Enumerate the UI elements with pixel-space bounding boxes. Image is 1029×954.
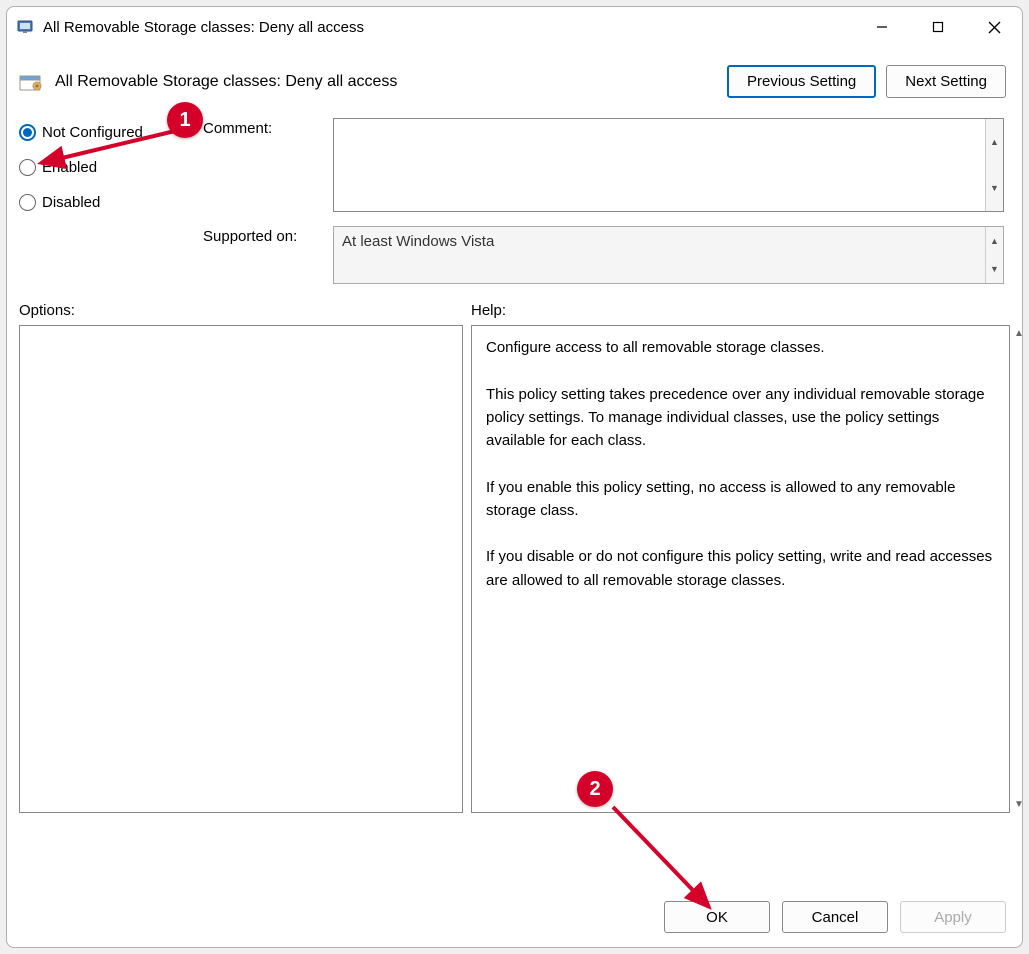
scroll-up-icon: ▲ — [986, 227, 1003, 255]
radio-label: Disabled — [42, 194, 100, 211]
annotation-badge-2: 2 — [577, 771, 613, 807]
supported-scroll: ▲ ▼ — [985, 227, 1003, 283]
window-title: All Removable Storage classes: Deny all … — [43, 19, 854, 36]
policy-title: All Removable Storage classes: Deny all … — [55, 73, 715, 91]
radio-not-configured[interactable]: Not Configured — [19, 124, 179, 141]
radio-label: Not Configured — [42, 124, 143, 141]
options-pane — [19, 325, 463, 813]
comment-scroll[interactable]: ▲ ▼ — [985, 119, 1003, 211]
apply-button[interactable]: Apply — [900, 901, 1006, 933]
radio-icon — [19, 124, 36, 141]
close-button[interactable] — [966, 7, 1022, 47]
help-text: Configure access to all removable storag… — [472, 326, 1009, 602]
maximize-button[interactable] — [910, 7, 966, 47]
ok-button[interactable]: OK — [664, 901, 770, 933]
state-radio-group: Not Configured Enabled Disabled — [19, 118, 179, 284]
supported-label: Supported on: — [203, 226, 323, 284]
previous-setting-button[interactable]: Previous Setting — [727, 65, 876, 98]
minimize-button[interactable] — [854, 7, 910, 47]
annotation-badge-1: 1 — [167, 102, 203, 138]
help-scrollbar[interactable]: ▲ ▼ — [1010, 326, 1023, 812]
supported-value: At least Windows Vista — [342, 233, 494, 250]
scroll-down-icon[interactable]: ▼ — [1014, 797, 1023, 812]
footer-buttons: OK Cancel Apply — [7, 887, 1022, 947]
header-row: All Removable Storage classes: Deny all … — [7, 47, 1022, 108]
comment-row: Comment: ▲ ▼ — [203, 118, 1004, 212]
dialog-window: All Removable Storage classes: Deny all … — [6, 6, 1023, 948]
supported-display: At least Windows Vista ▲ ▼ — [333, 226, 1004, 284]
radio-enabled[interactable]: Enabled — [19, 159, 179, 176]
help-label: Help: — [471, 302, 506, 319]
radio-label: Enabled — [42, 159, 97, 176]
help-pane: Configure access to all removable storag… — [471, 325, 1010, 813]
comment-input[interactable]: ▲ ▼ — [333, 118, 1004, 212]
scroll-down-icon[interactable]: ▼ — [986, 165, 1003, 211]
radio-icon — [19, 194, 36, 211]
cancel-button[interactable]: Cancel — [782, 901, 888, 933]
options-label: Options: — [19, 302, 471, 319]
section-labels: Options: Help: — [7, 284, 1022, 325]
panes-row: Configure access to all removable storag… — [7, 325, 1022, 887]
policy-icon — [19, 72, 43, 92]
titlebar: All Removable Storage classes: Deny all … — [7, 7, 1022, 47]
radio-icon — [19, 159, 36, 176]
radio-disabled[interactable]: Disabled — [19, 194, 179, 211]
dialog-body: All Removable Storage classes: Deny all … — [7, 47, 1022, 947]
scroll-up-icon[interactable]: ▲ — [986, 119, 1003, 165]
window-controls — [854, 7, 1022, 47]
comment-label: Comment: — [203, 118, 323, 212]
config-area: Not Configured Enabled Disabled Comment: — [7, 108, 1022, 284]
app-icon — [17, 18, 35, 36]
scroll-down-icon: ▼ — [986, 255, 1003, 283]
scroll-up-icon[interactable]: ▲ — [1014, 326, 1023, 341]
supported-row: Supported on: At least Windows Vista ▲ ▼ — [203, 226, 1004, 284]
next-setting-button[interactable]: Next Setting — [886, 65, 1006, 98]
